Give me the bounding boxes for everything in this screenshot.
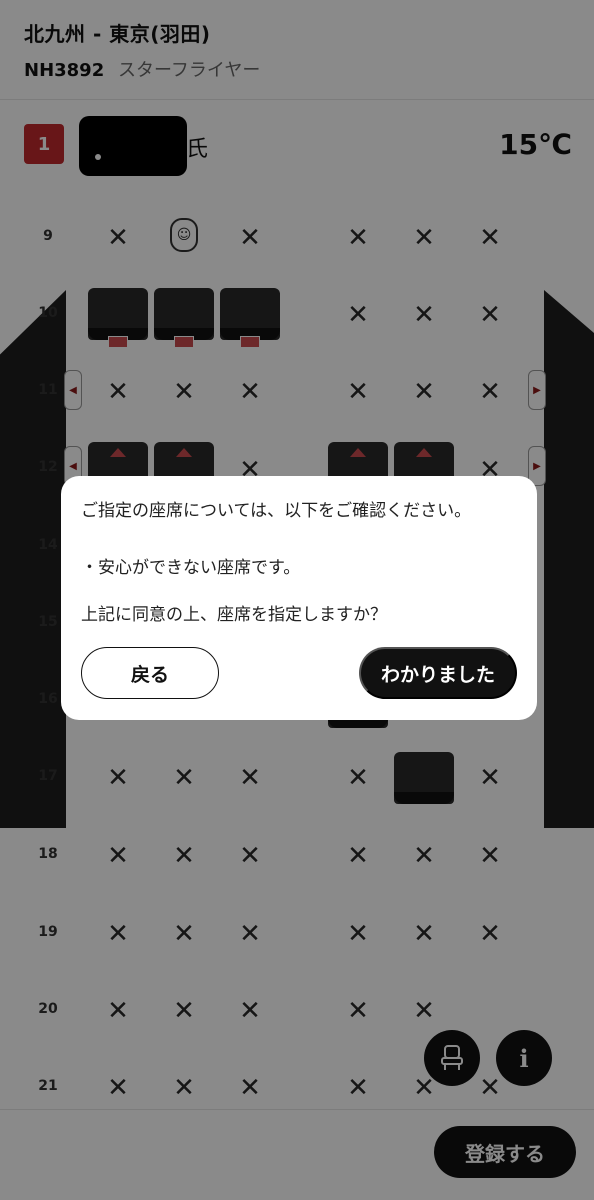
dialog-notice: ・安心ができない座席です。 [81,558,301,578]
dialog-message: ご指定の座席については、以下をご確認ください。 [81,501,472,521]
seat-confirmation-dialog: ご指定の座席については、以下をご確認ください。 ・安心ができない座席です。 上記… [61,476,537,720]
back-button[interactable]: 戻る [81,647,219,699]
confirm-button[interactable]: わかりました [359,647,517,699]
dialog-question: 上記に同意の上、座席を指定しますか？ [81,605,387,625]
